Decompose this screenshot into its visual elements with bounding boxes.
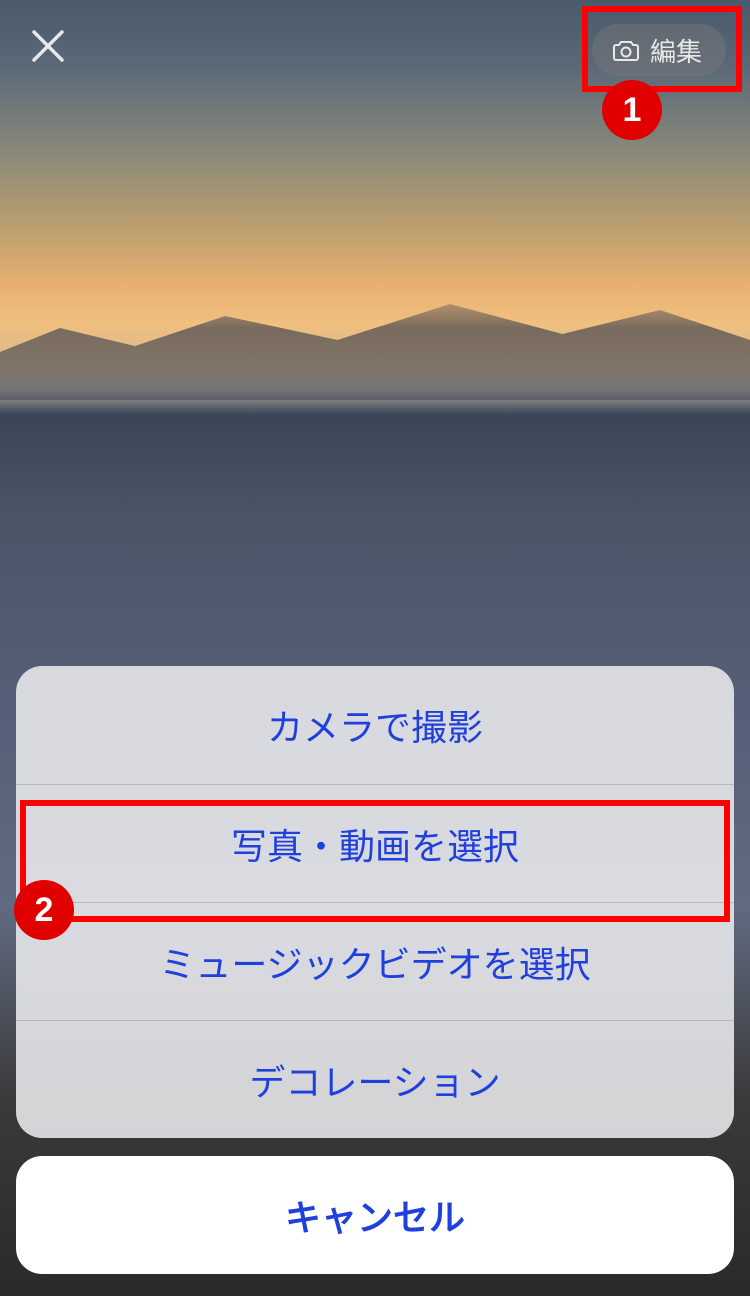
close-icon xyxy=(28,26,68,71)
action-sheet-item-label: デコレーション xyxy=(249,1054,500,1106)
action-select-music-video[interactable]: ミュージックビデオを選択 xyxy=(16,902,734,1020)
action-decoration[interactable]: デコレーション xyxy=(16,1020,734,1138)
action-sheet-group: カメラで撮影 写真・動画を選択 ミュージックビデオを選択 デコレーション xyxy=(16,666,734,1138)
action-cancel-label: キャンセル xyxy=(285,1189,465,1241)
action-sheet-item-label: カメラで撮影 xyxy=(267,699,483,751)
action-sheet-item-label: 写真・動画を選択 xyxy=(231,818,519,870)
profile-background-screen: 編集 カメラで撮影 写真・動画を選択 ミュージックビデオを選択 デコレーション … xyxy=(0,0,750,1296)
annotation-badge-1: 1 xyxy=(602,80,662,140)
action-select-photo-video[interactable]: 写真・動画を選択 xyxy=(16,784,734,902)
edit-button-label: 編集 xyxy=(650,32,702,69)
edit-button[interactable]: 編集 xyxy=(592,24,726,76)
action-sheet-item-label: ミュージックビデオを選択 xyxy=(159,936,590,988)
close-button[interactable] xyxy=(22,22,74,74)
camera-icon xyxy=(612,36,640,64)
annotation-badge-1-label: 1 xyxy=(623,91,642,130)
action-cancel-button[interactable]: キャンセル xyxy=(16,1156,734,1274)
action-sheet: カメラで撮影 写真・動画を選択 ミュージックビデオを選択 デコレーション キャン… xyxy=(16,666,734,1274)
background-mountains xyxy=(0,280,750,400)
action-take-with-camera[interactable]: カメラで撮影 xyxy=(16,666,734,784)
